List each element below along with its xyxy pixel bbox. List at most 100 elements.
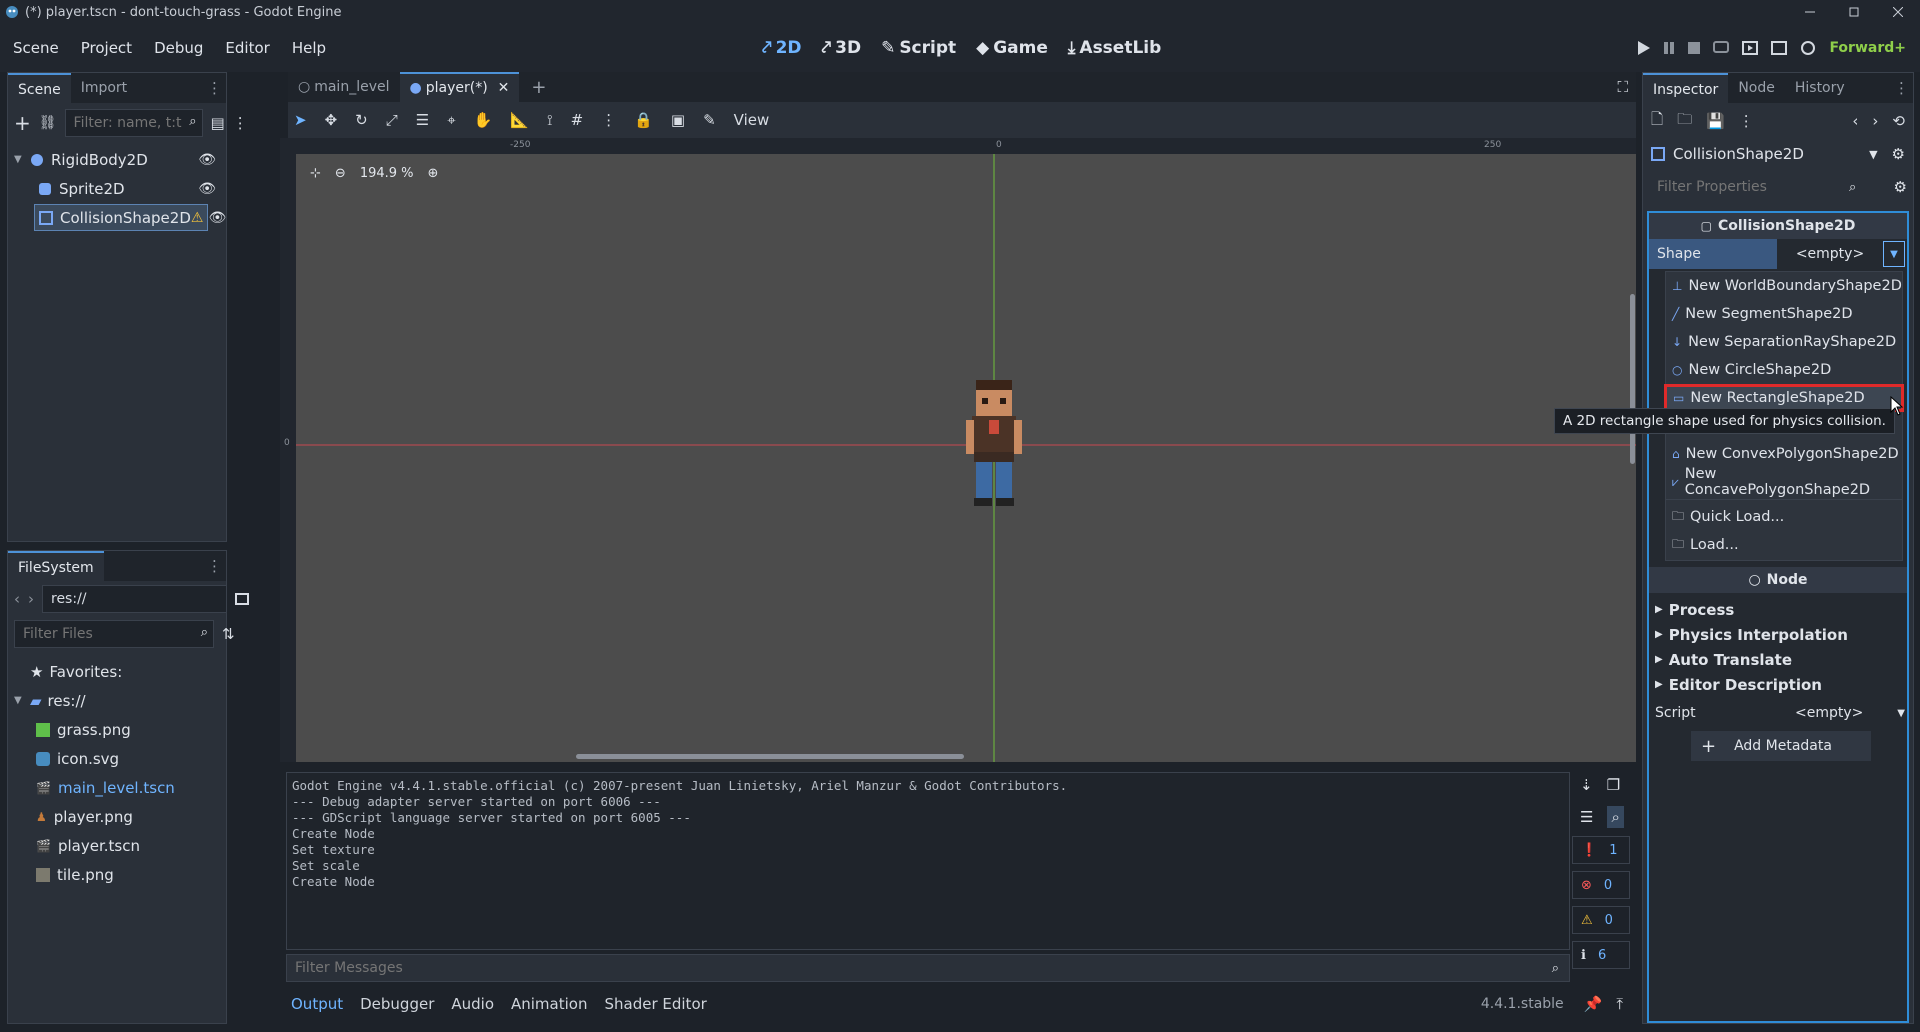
file-row[interactable]: tile.png [8, 860, 226, 889]
play-icon[interactable] [1638, 41, 1651, 55]
node-properties-icon[interactable]: ⚙ [1892, 145, 1905, 163]
collapse-arrow-icon[interactable]: ▼ [14, 695, 30, 706]
collapse-icon[interactable]: ☰ [1580, 808, 1593, 826]
visibility-eye-icon[interactable]: 👁 [198, 181, 216, 197]
zoom-out-icon[interactable]: ⊖ [335, 166, 346, 181]
workspace-2d-button[interactable]: ⤤ 2D [762, 38, 802, 58]
play-custom-scene-icon[interactable] [1771, 41, 1788, 55]
group-auto-translate[interactable]: ▶ Auto Translate [1655, 647, 1905, 672]
menu-item-new-concavepolygonshape2d[interactable]: ⩗ New ConcavePolygonShape2D [1666, 466, 1902, 498]
chevron-down-icon[interactable]: ▼ [1883, 241, 1905, 267]
view-menu[interactable]: View [734, 111, 770, 129]
file-row[interactable]: icon.svg [8, 744, 226, 773]
add-metadata-button[interactable]: + Add Metadata [1691, 731, 1871, 761]
back-icon[interactable]: ‹ [14, 590, 20, 608]
selectable-list-icon[interactable]: ☰ [416, 111, 429, 129]
tab-animation[interactable]: Animation [511, 995, 587, 1013]
path-input[interactable] [42, 585, 227, 613]
scene-tab-main-level[interactable]: ○ main_level [288, 72, 400, 102]
tab-filesystem[interactable]: FileSystem [8, 551, 104, 581]
scene-tab-player[interactable]: ● player(*) ✕ [399, 72, 520, 103]
link-icon[interactable]: ⛓ [39, 115, 57, 131]
pivot-tool-icon[interactable]: ⌖ [447, 111, 455, 129]
menu-item-quick-load[interactable]: 🗀 Quick Load... [1666, 503, 1902, 531]
folder-root-row[interactable]: ▼ ▰ res:// [8, 686, 226, 715]
forward-icon[interactable]: › [1872, 112, 1878, 130]
file-row[interactable]: 🎬 player.tscn [8, 831, 226, 860]
viewport-h-scrollbar[interactable] [576, 754, 964, 759]
save-icon[interactable]: 💾 [1706, 112, 1725, 130]
tab-debugger[interactable]: Debugger [360, 995, 434, 1013]
split-view-icon[interactable] [235, 593, 249, 605]
collapse-arrow-icon[interactable]: ▼ [14, 154, 30, 165]
lock-icon[interactable]: 🔒 [634, 111, 653, 129]
pin-icon[interactable]: 📌 [1584, 995, 1603, 1013]
search-toggle-icon[interactable]: ⌕ [1607, 806, 1624, 828]
filter-messages-input[interactable] [287, 954, 1527, 982]
scale-tool-icon[interactable]: ⤢ [386, 111, 398, 129]
menu-item-new-separationrayshape2d[interactable]: ↓ New SeparationRayShape2D [1666, 328, 1902, 356]
snap-options-icon[interactable]: ⋮ [601, 111, 616, 129]
menu-editor[interactable]: Editor [225, 39, 269, 57]
tab-import[interactable]: Import [71, 73, 137, 103]
tab-inspector[interactable]: Inspector [1643, 73, 1729, 103]
forward-icon[interactable]: › [28, 590, 34, 608]
visibility-eye-icon[interactable]: 👁 [208, 210, 226, 226]
filter-properties-input[interactable] [1649, 173, 1871, 201]
back-icon[interactable]: ‹ [1852, 112, 1858, 130]
file-row[interactable]: 🎬 main_level.tscn [8, 773, 226, 802]
warning-icon[interactable]: ⚠ [191, 210, 204, 226]
renderer-selector[interactable]: Forward+ [1829, 40, 1906, 56]
movie-maker-icon[interactable] [1800, 40, 1816, 56]
tree-node-collisionshape2d[interactable]: CollisionShape2D ⚠ 👁 [8, 203, 226, 232]
object-selector[interactable]: CollisionShape2D [1673, 145, 1804, 163]
grid-snap-icon[interactable]: # [571, 111, 584, 129]
menu-item-new-convexpolygonshape2d[interactable]: ⌂ New ConvexPolygonShape2D [1666, 440, 1902, 468]
menu-item-new-segmentshape2d[interactable]: ╱ New SegmentShape2D [1666, 300, 1902, 328]
scene-menu-icon[interactable]: ⋮ [233, 114, 248, 132]
menu-scene[interactable]: Scene [13, 39, 59, 57]
script-value-button[interactable]: <empty> [1795, 705, 1863, 721]
property-options-icon[interactable]: ⚙ [1894, 178, 1907, 196]
tab-node[interactable]: Node [1728, 73, 1785, 103]
expand-panel-icon[interactable]: ⤒ [1616, 995, 1623, 1013]
shape-value-button[interactable]: <empty> [1777, 246, 1883, 262]
pause-icon[interactable] [1663, 41, 1675, 55]
filter-messages-toggle[interactable]: ❗ 1 [1572, 836, 1630, 864]
sort-icon[interactable]: ⇅ [222, 625, 235, 643]
group-physics-interpolation[interactable]: ▶ Physics Interpolation [1655, 622, 1905, 647]
zoom-level[interactable]: 194.9 % [360, 166, 414, 181]
smart-snap-icon[interactable]: ⟟ [547, 111, 553, 129]
add-node-icon[interactable]: + [14, 111, 31, 135]
distraction-free-icon[interactable]: ⛶ [1617, 78, 1628, 96]
move-tool-icon[interactable]: ✥ [325, 111, 338, 129]
dock-menu-icon[interactable]: ⋮ [1894, 79, 1909, 97]
workspace-3d-button[interactable]: ⤤ 3D [822, 38, 862, 58]
bone-icon[interactable]: ✎ [703, 111, 716, 129]
workspace-assetlib-button[interactable]: ⤓ AssetLib [1068, 38, 1161, 58]
history-icon[interactable]: ⟲ [1892, 112, 1905, 130]
canvas-viewport[interactable]: ⊹ ⊖ 194.9 % ⊕ [296, 154, 1636, 762]
maximize-icon[interactable] [1832, 7, 1876, 17]
add-tab-icon[interactable]: + [531, 77, 546, 98]
favorites-row[interactable]: ★ Favorites: [8, 657, 226, 686]
chevron-down-icon[interactable]: ▼ [1897, 708, 1905, 719]
close-window-icon[interactable] [1876, 7, 1920, 17]
close-tab-icon[interactable]: ✕ [498, 73, 510, 103]
play-scene-icon[interactable] [1742, 41, 1759, 55]
dock-menu-icon[interactable]: ⋮ [207, 79, 222, 97]
menu-item-new-worldboundaryshape2d[interactable]: ⊥ New WorldBoundaryShape2D [1666, 272, 1902, 300]
zoom-in-icon[interactable]: ⊕ [428, 166, 439, 181]
menu-item-load[interactable]: 🗀 Load... [1666, 531, 1902, 559]
dock-menu-icon[interactable]: ⋮ [207, 557, 222, 575]
tab-audio[interactable]: Audio [451, 995, 494, 1013]
ruler-tool-icon[interactable]: 📐 [510, 111, 529, 129]
filter-warnings-toggle[interactable]: ⚠ 0 [1572, 906, 1630, 934]
tab-shader-editor[interactable]: Shader Editor [604, 995, 706, 1013]
scroll-lock-icon[interactable]: ⇣ [1580, 776, 1593, 794]
attach-script-icon[interactable]: ▤ [211, 114, 225, 132]
workspace-game-button[interactable]: ◆ Game [976, 38, 1048, 58]
new-resource-icon[interactable]: 🗋 [1651, 109, 1663, 134]
copy-icon[interactable]: ❐ [1607, 776, 1620, 794]
visibility-eye-icon[interactable]: 👁 [198, 152, 216, 168]
